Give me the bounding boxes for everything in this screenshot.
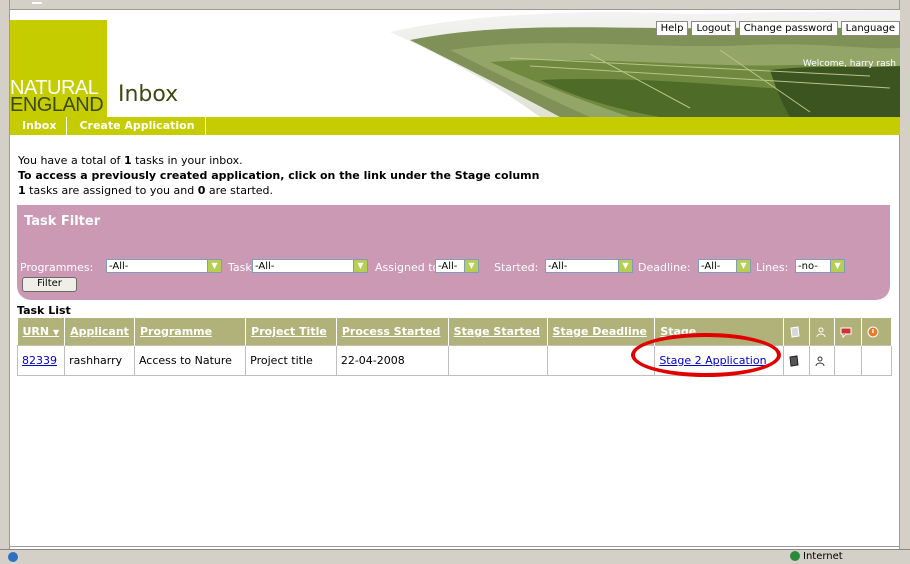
summary-text: tasks in your inbox. bbox=[131, 154, 243, 167]
language-link[interactable]: Language bbox=[840, 21, 900, 36]
assigned-count: 1 bbox=[18, 184, 26, 197]
content-bottom-border bbox=[10, 546, 900, 547]
started-label: Started: bbox=[494, 261, 539, 274]
zone-label: Internet bbox=[803, 551, 843, 562]
alert-cell bbox=[861, 345, 892, 376]
top-links: Help Logout Change password Language bbox=[655, 21, 900, 36]
lines-select[interactable]: -no- ▼ bbox=[795, 259, 845, 273]
urn-cell: 82339 bbox=[16, 345, 66, 376]
note-cell[interactable] bbox=[783, 345, 811, 376]
chevron-down-icon: ▼ bbox=[464, 260, 478, 272]
help-link[interactable]: Help bbox=[655, 21, 689, 36]
task-filter-panel: Task Filter Programmes: -All- ▼ Task: -Al… bbox=[17, 205, 890, 300]
globe-icon bbox=[790, 551, 800, 561]
task-list-label: Task List bbox=[17, 304, 71, 317]
note-icon[interactable] bbox=[788, 355, 800, 367]
chevron-down-icon: ▼ bbox=[618, 260, 632, 272]
deadline-select[interactable]: -All- ▼ bbox=[698, 259, 751, 273]
filter-row: Programmes: -All- ▼ Task: -All- ▼ Assigned… bbox=[17, 257, 890, 277]
summary-line-2: To access a previously created applicati… bbox=[18, 168, 539, 183]
assign-icon bbox=[816, 327, 826, 338]
assign-cell[interactable] bbox=[809, 345, 835, 376]
security-zone: Internet bbox=[790, 551, 843, 562]
total-task-count: 1 bbox=[123, 154, 132, 167]
site-header: NATURAL ENGLAND Inbox Help Logout Change… bbox=[10, 10, 900, 117]
summary-text: tasks are assigned to you and bbox=[25, 184, 198, 197]
started-select[interactable]: -All- ▼ bbox=[545, 259, 633, 273]
task-filter-title: Task Filter bbox=[24, 214, 101, 229]
summary-text: are started. bbox=[205, 184, 274, 197]
urn-link[interactable]: 82339 bbox=[22, 354, 57, 367]
column-assign bbox=[809, 318, 835, 346]
chevron-down-icon: ▼ bbox=[830, 260, 844, 272]
started-value: -All- bbox=[548, 261, 568, 272]
browser-left-frame bbox=[0, 0, 10, 563]
browser-top-frame bbox=[0, 0, 910, 10]
column-alert bbox=[861, 318, 892, 346]
task-value: -All- bbox=[255, 261, 275, 272]
project-title-cell: Project title bbox=[245, 345, 337, 376]
column-note bbox=[783, 318, 811, 346]
deadline-label: Deadline: bbox=[638, 261, 691, 274]
assigned-to-label: Assigned to: bbox=[375, 261, 443, 274]
filter-button[interactable]: Filter bbox=[22, 277, 77, 292]
comment-icon bbox=[840, 327, 852, 338]
note-icon bbox=[790, 326, 800, 338]
alert-icon bbox=[867, 326, 879, 338]
summary-line-1: You have a total of 1 tasks in your inbo… bbox=[18, 153, 539, 168]
chevron-down-icon: ▼ bbox=[353, 260, 367, 272]
lines-label: Lines: bbox=[756, 261, 789, 274]
programmes-label: Programmes: bbox=[20, 261, 94, 274]
logout-link[interactable]: Logout bbox=[691, 21, 736, 36]
applicant-cell: rashharry bbox=[64, 345, 135, 376]
comment-cell bbox=[833, 345, 863, 376]
task-select[interactable]: -All- ▼ bbox=[252, 259, 368, 273]
main-nav: Inbox Create Application bbox=[10, 117, 900, 135]
column-stage-deadline[interactable]: Stage Deadline bbox=[547, 318, 656, 346]
nav-create-application[interactable]: Create Application bbox=[67, 117, 206, 135]
programme-cell: Access to Nature bbox=[133, 345, 247, 376]
summary-line-3: 1 tasks are assigned to you and 0 are st… bbox=[18, 183, 539, 198]
sort-desc-icon: ▼ bbox=[52, 328, 60, 337]
column-comment bbox=[834, 318, 863, 346]
summary-text: You have a total of bbox=[18, 154, 124, 167]
lines-value: -no- bbox=[798, 261, 818, 272]
assign-icon[interactable] bbox=[814, 355, 826, 367]
instruction-text: To access a previously created applicati… bbox=[18, 169, 540, 182]
chevron-down-icon: ▼ bbox=[207, 260, 221, 272]
column-project-title[interactable]: Project Title bbox=[245, 318, 337, 346]
browser-status-bar: Internet bbox=[0, 549, 910, 564]
deadline-value: -All- bbox=[701, 261, 721, 272]
assigned-to-select[interactable]: -All- ▼ bbox=[435, 259, 479, 273]
logo-england-text: ENGLAND bbox=[10, 94, 104, 116]
page-icon bbox=[8, 552, 18, 562]
stage-started-cell bbox=[447, 345, 548, 376]
assigned-to-value: -All- bbox=[438, 261, 458, 272]
column-programme[interactable]: Programme bbox=[134, 318, 247, 346]
browser-scrollbar[interactable] bbox=[899, 0, 910, 563]
column-process-started[interactable]: Process Started bbox=[336, 318, 449, 346]
column-urn[interactable]: URN ▼ bbox=[17, 318, 66, 346]
highlight-annotation bbox=[631, 333, 781, 377]
change-password-link[interactable]: Change password bbox=[738, 21, 838, 36]
programmes-value: -All- bbox=[109, 261, 129, 272]
chevron-down-icon: ▼ bbox=[736, 260, 750, 272]
welcome-text: Welcome, harry rash bbox=[802, 59, 896, 69]
page-title: Inbox bbox=[118, 82, 179, 107]
inbox-summary: You have a total of 1 tasks in your inbo… bbox=[18, 153, 539, 198]
programmes-select[interactable]: -All- ▼ bbox=[106, 259, 222, 273]
column-urn-label: URN bbox=[22, 325, 50, 338]
column-applicant[interactable]: Applicant bbox=[64, 318, 135, 346]
nav-inbox[interactable]: Inbox bbox=[10, 117, 68, 135]
column-stage-started[interactable]: Stage Started bbox=[448, 318, 548, 346]
process-started-cell: 22-04-2008 bbox=[335, 345, 449, 376]
